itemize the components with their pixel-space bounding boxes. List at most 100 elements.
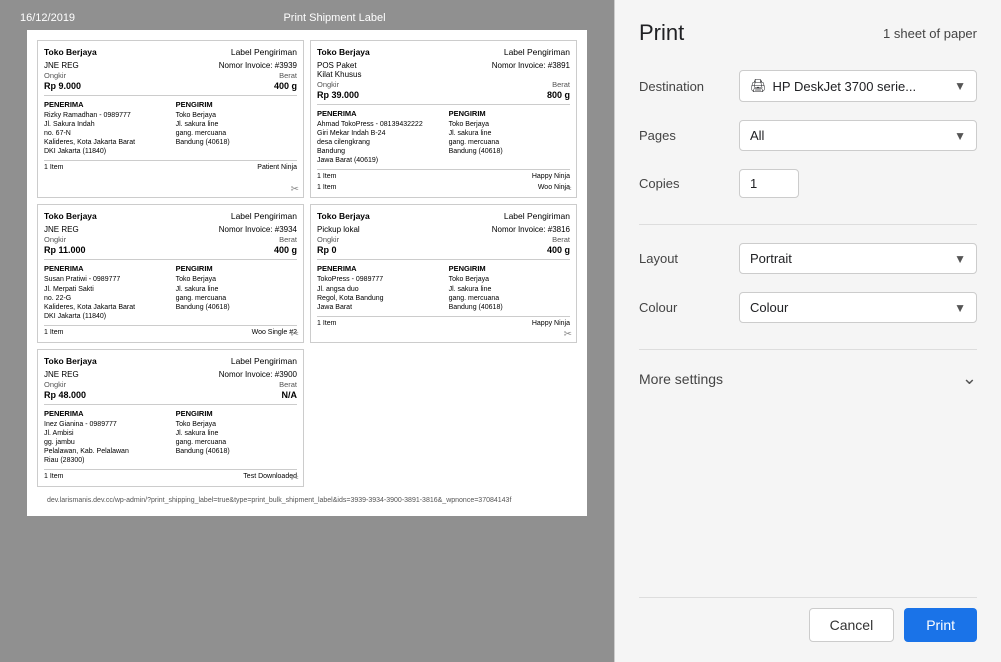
layout-arrow-icon: ▼ — [954, 252, 966, 266]
label1-penerima-addr: Jl. Sakura Indah no. 67-N Kalideres, Kot… — [44, 120, 165, 156]
label5-ongkir-val: Rp 48.000 — [44, 390, 86, 400]
label5-berat-lbl: Berat — [279, 380, 297, 389]
label2-pengirim-lbl: PENGIRIM — [449, 109, 570, 118]
label5-ongkir-lbl: Ongkir — [44, 380, 66, 389]
pages-value: All — [750, 128, 954, 143]
label3-item-count: 1 Item — [44, 329, 63, 336]
more-settings-chevron-icon: ⌄ — [962, 368, 977, 389]
label1-penerima-name: Rizky Ramadhan - 0989777 — [44, 111, 165, 120]
colour-label: Colour — [639, 300, 739, 315]
label4-penerima-name: TokoPress - 0989777 — [317, 275, 438, 284]
pages-label: Pages — [639, 128, 739, 143]
label2-ongkir-lbl: Ongkir — [317, 80, 339, 89]
label2-invoice: Nomor Invoice: #3891 — [492, 61, 570, 79]
label2-item2-count: 1 Item — [317, 184, 336, 191]
scissors-icon-2: ✂ — [564, 184, 572, 195]
label1-shop: Toko Berjaya — [44, 47, 97, 57]
colour-value: Colour — [750, 300, 954, 315]
label4-pengirim-lbl: PENGIRIM — [449, 264, 570, 273]
label2-berat-val: 800 g — [547, 90, 570, 100]
settings-header: Print 1 sheet of paper — [639, 20, 977, 46]
colour-dropdown[interactable]: Colour ▼ — [739, 292, 977, 323]
label3-pengirim-name: Toko Berjaya — [176, 275, 297, 284]
label1-pengirim-lbl: PENGIRIM — [176, 100, 297, 109]
label5-invoice: Nomor Invoice: #3900 — [219, 370, 297, 379]
colour-arrow-icon: ▼ — [954, 301, 966, 315]
destination-control: 🖨 HP DeskJet 3700 serie... ▼ — [739, 70, 977, 102]
label2-ongkir-val: Rp 39.000 — [317, 90, 359, 100]
label5-pengirim-name: Toko Berjaya — [176, 420, 297, 429]
printer-icon: 🖨 — [750, 78, 767, 94]
preview-page: Toko Berjaya Label Pengiriman JNE REG No… — [27, 30, 587, 516]
copies-input[interactable] — [739, 169, 799, 198]
label4-shop: Toko Berjaya — [317, 211, 370, 221]
settings-title: Print — [639, 20, 684, 46]
label1-ongkir-lbl: Ongkir — [44, 71, 66, 80]
cancel-button[interactable]: Cancel — [809, 608, 895, 642]
preview-date: 16/12/2019 — [20, 12, 75, 24]
destination-row: Destination 🖨 HP DeskJet 3700 serie... ▼ — [639, 70, 977, 102]
label1-pengirim-addr: Jl. sakura line gang. mercuana Bandung (… — [176, 120, 297, 147]
label5-courier: JNE REG — [44, 370, 79, 379]
label-card-2: Toko Berjaya Label Pengiriman POS Paket … — [310, 40, 577, 198]
label2-pengirim-name: Toko Berjaya — [449, 120, 570, 129]
pages-control: All ▼ — [739, 120, 977, 151]
spacer — [639, 389, 977, 597]
copies-control — [739, 169, 977, 198]
label-row-3: Toko Berjaya Label Pengiriman JNE REG No… — [37, 349, 577, 487]
layout-dropdown[interactable]: Portrait ▼ — [739, 243, 977, 274]
label5-item-count: 1 Item — [44, 473, 63, 480]
scissors-icon-3: ✂ — [291, 329, 299, 340]
label3-ongkir-val: Rp 11.000 — [44, 245, 86, 255]
layout-control: Portrait ▼ — [739, 243, 977, 274]
scissors-icon-1: ✂ — [291, 184, 299, 195]
empty-cell — [310, 349, 577, 487]
label4-pengirim-addr: Jl. sakura line gang. mercuana Bandung (… — [449, 285, 570, 312]
divider-1 — [639, 224, 977, 225]
label3-invoice: Nomor Invoice: #3934 — [219, 225, 297, 234]
label3-pengirim-addr: Jl. sakura line gang. mercuana Bandung (… — [176, 285, 297, 312]
copies-row: Copies — [639, 169, 977, 198]
preview-panel: 16/12/2019 Print Shipment Label Toko Ber… — [0, 0, 614, 662]
copies-label: Copies — [639, 176, 739, 191]
layout-row: Layout Portrait ▼ — [639, 243, 977, 274]
label4-ongkir-lbl: Ongkir — [317, 235, 339, 244]
label2-penerima-lbl: PENERIMA — [317, 109, 438, 118]
label5-berat-val: N/A — [282, 390, 298, 400]
label1-penerima-lbl: PENERIMA — [44, 100, 165, 109]
preview-title: Print Shipment Label — [283, 12, 385, 24]
label-row-2: Toko Berjaya Label Pengiriman JNE REG No… — [37, 204, 577, 342]
footer-buttons: Cancel Print — [639, 597, 977, 642]
label5-pengirim-lbl: PENGIRIM — [176, 409, 297, 418]
sheets-info: 1 sheet of paper — [883, 26, 977, 41]
settings-panel: Print 1 sheet of paper Destination 🖨 HP … — [614, 0, 1001, 662]
print-button[interactable]: Print — [904, 608, 977, 642]
label4-item-count: 1 Item — [317, 320, 336, 327]
colour-control: Colour ▼ — [739, 292, 977, 323]
label2-item1-name: Happy Ninja — [532, 173, 570, 180]
label3-berat-val: 400 g — [274, 245, 297, 255]
colour-row: Colour Colour ▼ — [639, 292, 977, 323]
label4-courier: Pickup lokal — [317, 225, 360, 234]
label3-penerima-name: Susan Pratiwi - 0989777 — [44, 275, 165, 284]
label-card-1: Toko Berjaya Label Pengiriman JNE REG No… — [37, 40, 304, 198]
label3-pengirim-lbl: PENGIRIM — [176, 264, 297, 273]
label4-type: Label Pengiriman — [504, 211, 570, 221]
label1-type: Label Pengiriman — [231, 47, 297, 57]
destination-dropdown[interactable]: 🖨 HP DeskJet 3700 serie... ▼ — [739, 70, 977, 102]
destination-label: Destination — [639, 79, 739, 94]
more-settings-label: More settings — [639, 371, 723, 387]
label4-ongkir-val: Rp 0 — [317, 245, 337, 255]
label1-item-count: 1 Item — [44, 164, 63, 171]
label5-type: Label Pengiriman — [231, 356, 297, 366]
label5-penerima-name: Inez Gianina - 0989777 — [44, 420, 165, 429]
more-settings-row[interactable]: More settings ⌄ — [639, 368, 977, 389]
pages-arrow-icon: ▼ — [954, 129, 966, 143]
scissors-icon-4: ✂ — [564, 329, 572, 340]
pages-dropdown[interactable]: All ▼ — [739, 120, 977, 151]
label1-item-name: Patient Ninja — [257, 164, 297, 171]
label1-ongkir-val: Rp 9.000 — [44, 81, 81, 91]
label1-courier: JNE REG — [44, 61, 79, 70]
label3-penerima-addr: Jl. Merpati Sakti no. 22-G Kalideres, Ko… — [44, 285, 165, 321]
label4-item-name: Happy Ninja — [532, 320, 570, 327]
